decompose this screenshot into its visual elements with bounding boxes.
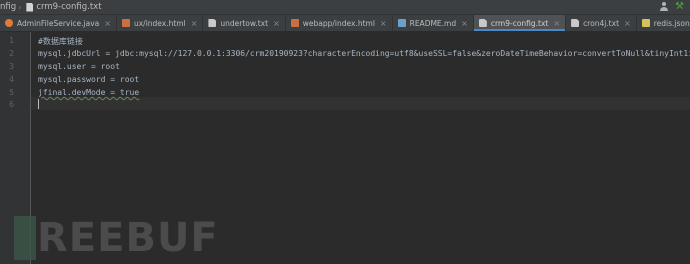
text-caret (38, 99, 39, 109)
chevron-right-icon: › (18, 2, 22, 12)
build-hammer-icon[interactable]: ⚒ (675, 2, 684, 12)
tab-redis-json[interactable]: redis.json (637, 15, 690, 31)
text-file-icon (208, 19, 217, 27)
java-class-icon (5, 19, 13, 27)
tab-webapp-index-html[interactable]: webapp/index.html × (286, 15, 393, 31)
code-line[interactable]: mysql.user = root (38, 62, 120, 71)
tab-undertow-txt[interactable]: undertow.txt × (203, 15, 286, 31)
line-number: 5 (9, 88, 14, 97)
html-file-icon (121, 19, 130, 27)
close-icon[interactable]: × (624, 19, 631, 28)
breadcrumb-folder[interactable]: nfig (0, 2, 16, 12)
line-number: 2 (9, 49, 14, 58)
tab-label: cron4j.txt (583, 18, 620, 28)
tab-ux-index-html[interactable]: ux/index.html × (117, 15, 204, 31)
tab-label: undertow.txt (220, 18, 269, 28)
close-icon[interactable]: × (380, 19, 387, 28)
tab-adminfileservice-java[interactable]: AdminFileService.java × (0, 15, 117, 31)
html-file-icon (290, 19, 299, 27)
current-line-highlight (31, 97, 690, 110)
breadcrumb: nfig › crm9-config.txt (0, 2, 102, 12)
code-line[interactable]: #数据库链接 (38, 36, 83, 47)
editor-tab-bar: AdminFileService.java × ux/index.html × … (0, 15, 690, 32)
close-icon[interactable]: × (461, 19, 468, 28)
close-icon[interactable]: × (273, 19, 280, 28)
tab-label: webapp/index.html (302, 18, 375, 28)
user-icon[interactable] (659, 2, 669, 12)
line-number: 6 (9, 100, 14, 109)
tab-label: redis.json (653, 18, 690, 28)
tab-readme-md[interactable]: README.md × (393, 15, 474, 31)
text-file-icon (571, 19, 580, 27)
freebuf-watermark: REEBUF (0, 212, 230, 264)
markdown-file-icon (397, 19, 406, 27)
watermark-logo-mark (14, 216, 36, 260)
text-file-icon (478, 19, 487, 27)
line-number: 4 (9, 75, 14, 84)
tab-label: AdminFileService.java (17, 18, 100, 28)
tab-label: crm9-config.txt (490, 18, 549, 28)
close-icon[interactable]: × (104, 19, 111, 28)
json-file-icon (641, 19, 650, 27)
tab-cron4j-txt[interactable]: cron4j.txt × (566, 15, 637, 31)
line-number: 3 (9, 62, 14, 71)
code-line[interactable]: jfinal.devMode = true (38, 88, 139, 97)
tab-crm9-config-txt[interactable]: crm9-config.txt × (473, 15, 567, 31)
navigation-bar: nfig › crm9-config.txt ⚒ (0, 0, 690, 15)
close-icon[interactable]: × (191, 19, 198, 28)
close-icon[interactable]: × (553, 19, 560, 28)
tab-label: README.md (409, 18, 457, 28)
text-file-icon (26, 2, 34, 12)
code-line[interactable]: mysql.jdbcUrl = jdbc:mysql://127.0.0.1:3… (38, 49, 690, 58)
code-line[interactable]: mysql.password = root (38, 75, 139, 84)
line-number: 1 (9, 36, 14, 45)
breadcrumb-file[interactable]: crm9-config.txt (36, 2, 101, 12)
tab-label: ux/index.html (133, 18, 186, 28)
watermark-text: REEBUF (37, 215, 219, 261)
